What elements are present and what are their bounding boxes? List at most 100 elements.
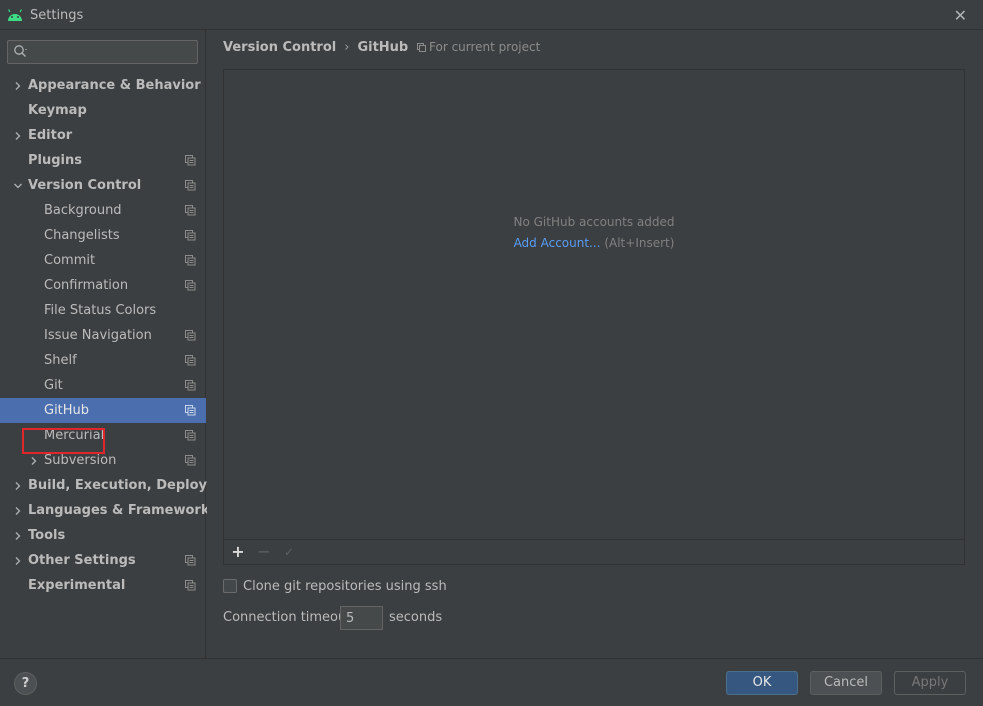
sidebar-item-plugins[interactable]: Plugins bbox=[0, 148, 206, 173]
sidebar-item-label: Other Settings bbox=[28, 553, 136, 568]
project-scope-icon bbox=[185, 455, 196, 466]
chevron-right-icon[interactable] bbox=[12, 123, 24, 148]
sidebar-item-label: Experimental bbox=[28, 578, 126, 593]
sidebar-item-label: Keymap bbox=[28, 103, 87, 118]
breadcrumb-current: GitHub bbox=[357, 40, 409, 55]
sidebar-item-label: Mercurial bbox=[44, 428, 105, 443]
sidebar-item-git[interactable]: Git bbox=[0, 373, 206, 398]
settings-tree: Appearance & Behavior Keymap Editor Plugins… bbox=[0, 73, 245, 598]
add-account-link[interactable]: Add Account... bbox=[514, 236, 601, 250]
sidebar-item-label: Appearance & Behavior bbox=[28, 78, 201, 93]
project-scope-icon bbox=[185, 180, 196, 191]
close-icon[interactable]: ✕ bbox=[954, 6, 967, 25]
settings-sidebar: Appearance & Behavior Keymap Editor Plugins… bbox=[0, 30, 245, 658]
sidebar-item-commit[interactable]: Commit bbox=[0, 248, 206, 273]
sidebar-item-label: Tools bbox=[28, 528, 66, 543]
add-account-icon[interactable]: + bbox=[229, 543, 247, 561]
breadcrumb-separator: › bbox=[344, 40, 350, 55]
chevron-right-icon[interactable] bbox=[12, 473, 24, 498]
project-scope-icon bbox=[185, 230, 196, 241]
window-title: Settings bbox=[30, 8, 84, 23]
sidebar-item-label: Version Control bbox=[28, 178, 142, 193]
sidebar-item-label: GitHub bbox=[44, 403, 90, 418]
timeout-unit-label: seconds bbox=[389, 610, 443, 625]
add-account-line: Add Account... (Alt+Insert) bbox=[224, 236, 964, 250]
accounts-list[interactable]: No GitHub accounts added Add Account... … bbox=[224, 70, 964, 539]
chevron-right-icon[interactable] bbox=[12, 548, 24, 573]
accounts-panel: No GitHub accounts added Add Account... … bbox=[223, 69, 965, 565]
sidebar-item-file-status-colors[interactable]: File Status Colors bbox=[0, 298, 206, 323]
settings-content: Version Control › GitHub For current proje… bbox=[207, 30, 983, 658]
sidebar-item-tools[interactable]: Tools bbox=[0, 523, 206, 548]
project-scope-icon bbox=[185, 205, 196, 216]
android-logo-icon bbox=[7, 9, 23, 21]
project-scope-icon bbox=[185, 330, 196, 341]
chevron-right-icon[interactable] bbox=[12, 73, 24, 98]
chevron-right-icon[interactable] bbox=[28, 448, 40, 473]
clone-ssh-checkbox[interactable] bbox=[223, 579, 237, 593]
chevron-right-icon[interactable] bbox=[12, 523, 24, 548]
sidebar-item-changelists[interactable]: Changelists bbox=[0, 223, 206, 248]
add-account-shortcut: (Alt+Insert) bbox=[600, 236, 675, 250]
sidebar-item-issue-navigation[interactable]: Issue Navigation bbox=[0, 323, 206, 348]
breadcrumb-parent[interactable]: Version Control bbox=[223, 40, 336, 55]
clone-ssh-label[interactable]: Clone git repositories using ssh bbox=[243, 579, 447, 594]
title-bar: Settings ✕ bbox=[0, 0, 983, 30]
project-scope-icon bbox=[185, 580, 196, 591]
scope-label: For current project bbox=[429, 40, 541, 54]
project-scope-icon bbox=[185, 430, 196, 441]
timeout-label: Connection timeout: bbox=[223, 610, 356, 625]
project-scope-icon bbox=[185, 405, 196, 416]
project-scope-icon bbox=[185, 380, 196, 391]
search-box[interactable] bbox=[7, 40, 198, 64]
sidebar-item-build-execution-deployment[interactable]: Build, Execution, Deployment bbox=[0, 473, 245, 498]
sidebar-item-keymap[interactable]: Keymap bbox=[0, 98, 206, 123]
sidebar-item-other-settings[interactable]: Other Settings bbox=[0, 548, 206, 573]
sidebar-item-shelf[interactable]: Shelf bbox=[0, 348, 206, 373]
sidebar-item-label: Commit bbox=[44, 253, 96, 268]
sidebar-item-editor[interactable]: Editor bbox=[0, 123, 206, 148]
sidebar-item-label: Git bbox=[44, 378, 63, 393]
search-icon bbox=[14, 45, 27, 57]
chevron-right-icon[interactable] bbox=[12, 498, 24, 523]
chevron-down-icon[interactable] bbox=[12, 173, 24, 198]
apply-button[interactable]: Apply bbox=[894, 671, 966, 695]
sidebar-item-label: Issue Navigation bbox=[44, 328, 152, 343]
accounts-toolbar: + − ✓ bbox=[224, 539, 964, 564]
project-scope-icon bbox=[185, 155, 196, 166]
timeout-input[interactable] bbox=[340, 606, 383, 630]
dialog-footer: ? OK Cancel Apply bbox=[0, 658, 983, 706]
sidebar-item-label: Languages & Frameworks bbox=[28, 503, 218, 518]
search-input[interactable] bbox=[34, 43, 194, 61]
sidebar-item-label: Confirmation bbox=[44, 278, 129, 293]
sidebar-item-confirmation[interactable]: Confirmation bbox=[0, 273, 206, 298]
sidebar-item-label: Changelists bbox=[44, 228, 120, 243]
project-scope-icon bbox=[185, 255, 196, 266]
empty-accounts-text: No GitHub accounts added bbox=[513, 215, 675, 229]
scope-indicator: For current project bbox=[417, 40, 540, 54]
ok-button[interactable]: OK bbox=[726, 671, 798, 695]
set-default-account-icon[interactable]: ✓ bbox=[280, 543, 298, 561]
breadcrumb: Version Control › GitHub bbox=[223, 40, 408, 56]
sidebar-item-label: Shelf bbox=[44, 353, 77, 368]
sidebar-item-github[interactable]: GitHub bbox=[0, 398, 206, 423]
sidebar-item-label: Background bbox=[44, 203, 122, 218]
sidebar-item-label: Editor bbox=[28, 128, 73, 143]
sidebar-item-label: Plugins bbox=[28, 153, 82, 168]
project-scope-icon bbox=[185, 280, 196, 291]
project-scope-icon bbox=[185, 355, 196, 366]
sidebar-item-subversion[interactable]: Subversion bbox=[0, 448, 206, 473]
remove-account-icon[interactable]: − bbox=[255, 543, 273, 561]
sidebar-item-label: File Status Colors bbox=[44, 303, 157, 318]
sidebar-item-version-control[interactable]: Version Control bbox=[0, 173, 206, 198]
sidebar-item-appearance-behavior[interactable]: Appearance & Behavior bbox=[0, 73, 206, 98]
sidebar-item-background[interactable]: Background bbox=[0, 198, 206, 223]
project-scope-icon bbox=[185, 555, 196, 566]
project-scope-icon bbox=[417, 43, 426, 52]
sidebar-item-label: Subversion bbox=[44, 453, 117, 468]
sidebar-item-languages-frameworks[interactable]: Languages & Frameworks bbox=[0, 498, 217, 523]
sidebar-item-experimental[interactable]: Experimental bbox=[0, 573, 206, 598]
cancel-button[interactable]: Cancel bbox=[810, 671, 882, 695]
sidebar-item-mercurial[interactable]: Mercurial bbox=[0, 423, 206, 448]
help-icon[interactable]: ? bbox=[14, 672, 37, 695]
